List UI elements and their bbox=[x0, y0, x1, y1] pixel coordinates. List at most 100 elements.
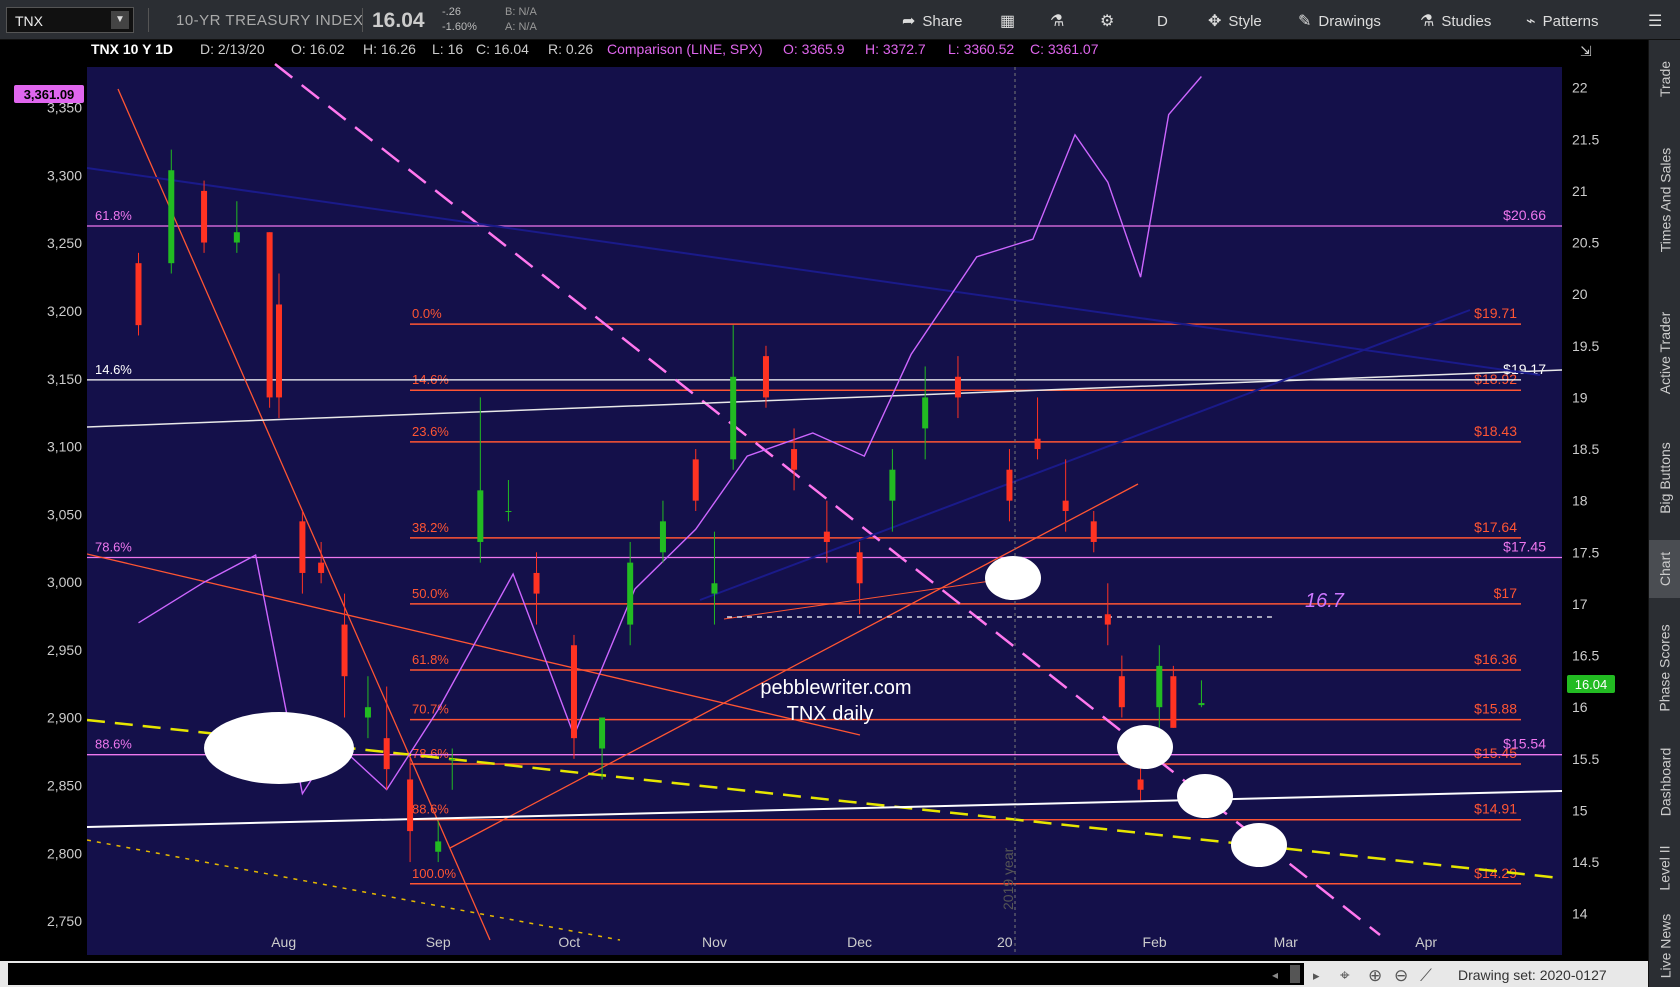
candle-body bbox=[533, 572, 540, 594]
fib-level-pct: 88.6% bbox=[95, 737, 132, 752]
candle-body bbox=[791, 449, 798, 470]
tab-label: Chart bbox=[1657, 551, 1674, 587]
last-price: 16.04 bbox=[372, 9, 425, 32]
tab-times-and-sales[interactable]: Times And Sales bbox=[1649, 120, 1680, 280]
header-open: O: 16.02 bbox=[291, 41, 345, 57]
style-button[interactable]: ✥ Style bbox=[1208, 8, 1262, 34]
right-tick-label: 15.5 bbox=[1572, 751, 1599, 767]
ask: A: N/A bbox=[505, 21, 537, 33]
fib-level-pct: 100.0% bbox=[412, 866, 457, 881]
header-close: C: 16.04 bbox=[476, 41, 529, 57]
fib-level-pct: 78.6% bbox=[412, 746, 449, 761]
fib-level-price: $16.36 bbox=[1474, 651, 1517, 667]
header-c-low: L: 3360.52 bbox=[948, 41, 1014, 57]
candle-body bbox=[1006, 469, 1013, 501]
highlight-marker bbox=[204, 712, 354, 784]
draw-icon[interactable]: ⟋ bbox=[1420, 966, 1432, 985]
style-icon: ✥ bbox=[1208, 13, 1222, 30]
right-tick-label: 19 bbox=[1572, 389, 1588, 405]
patterns-button[interactable]: ⌁ Patterns bbox=[1526, 8, 1599, 34]
candle-body bbox=[762, 356, 769, 398]
timeframe-label: D bbox=[1157, 12, 1168, 30]
zoom-out-icon[interactable]: ⊖ bbox=[1394, 966, 1408, 985]
fib-level-pct: 14.6% bbox=[95, 362, 132, 377]
price-chart[interactable]: 0.0% $19.7114.6% $18.9223.6% $18.4338.2% $17… bbox=[0, 40, 1648, 987]
tab-label: Big Buttons bbox=[1657, 442, 1674, 514]
pencil-icon: ✎ bbox=[1298, 13, 1312, 30]
scrollbar-thumb[interactable] bbox=[1290, 965, 1300, 983]
right-tick-label: 20 bbox=[1572, 286, 1588, 302]
right-tick-label: 17 bbox=[1572, 596, 1588, 612]
studies-icon: ⚗ bbox=[1420, 13, 1435, 30]
drawings-button[interactable]: ✎ Drawings bbox=[1298, 8, 1381, 34]
collapse-icon[interactable]: ⇲ bbox=[1580, 43, 1592, 59]
right-tick-label: 20.5 bbox=[1572, 235, 1599, 251]
candle-body bbox=[449, 758, 456, 760]
tab-big-buttons[interactable]: Big Buttons bbox=[1649, 426, 1680, 530]
menu-button[interactable]: ☰ bbox=[1648, 8, 1662, 34]
fib-level-price: $15.88 bbox=[1474, 701, 1517, 717]
tnx-last-label: 16.04 bbox=[1575, 677, 1608, 692]
flask-button[interactable]: ⚗ bbox=[1050, 8, 1064, 34]
fib-level-price: $18.43 bbox=[1474, 423, 1517, 439]
x-tick-label: Apr bbox=[1415, 934, 1437, 950]
header-c-high: H: 3372.7 bbox=[865, 41, 926, 57]
scrollbar-track[interactable] bbox=[8, 963, 1304, 985]
left-tick-label: 2,750 bbox=[47, 913, 82, 929]
candle-body bbox=[856, 552, 863, 584]
tab-chart[interactable]: Chart bbox=[1649, 540, 1680, 598]
tab-active-trader[interactable]: Active Trader bbox=[1649, 290, 1680, 416]
chart-area[interactable]: 0.0% $19.71 14.6% $18.92 23.6% $18.43 38.2% $17… bbox=[0, 40, 1648, 987]
candle-body bbox=[1034, 438, 1041, 450]
fib-level-pct: 61.8% bbox=[95, 208, 132, 223]
settings-button[interactable]: ⚙ bbox=[1100, 8, 1114, 34]
fib-level-price: $15.54 bbox=[1503, 736, 1546, 752]
highlight-marker bbox=[1231, 823, 1287, 867]
tab-level-ii[interactable]: Level II bbox=[1649, 836, 1680, 900]
fib-level-pct: 23.6% bbox=[412, 424, 449, 439]
right-tick-label: 18 bbox=[1572, 493, 1588, 509]
tab-label: Times And Sales bbox=[1657, 147, 1673, 253]
status-bar: ◂ ▸ ⌖ ⊕ ⊖ ⟋ Drawing set: 2020-0127 bbox=[0, 961, 1648, 987]
x-tick-label: Nov bbox=[702, 934, 727, 950]
studies-button[interactable]: ⚗ Studies bbox=[1420, 8, 1491, 34]
scroll-left-icon[interactable]: ◂ bbox=[1272, 968, 1278, 982]
candle-body bbox=[659, 521, 666, 553]
bid-ask: B: N/A A: N/A bbox=[505, 5, 537, 35]
fib-level-pct: 50.0% bbox=[412, 586, 449, 601]
patterns-label: Patterns bbox=[1542, 12, 1599, 30]
right-tick-label: 16.5 bbox=[1572, 648, 1599, 664]
candle bbox=[201, 180, 208, 253]
right-tick-label: 15 bbox=[1572, 802, 1588, 818]
share-button[interactable]: ➦ Share bbox=[902, 8, 962, 34]
tab-phase-scores[interactable]: Phase Scores bbox=[1649, 608, 1680, 728]
gear-icon: ⚙ bbox=[1100, 13, 1115, 30]
left-tick-label: 3,200 bbox=[47, 303, 82, 319]
drawing-set-label: Drawing set: 2020-0127 bbox=[1458, 967, 1607, 983]
grid-button[interactable]: ▦ bbox=[1000, 8, 1015, 34]
candle-body bbox=[823, 531, 830, 542]
candle-body bbox=[711, 583, 718, 594]
tab-live-news[interactable]: Live News bbox=[1649, 910, 1680, 982]
right-tick-label: 16 bbox=[1572, 699, 1588, 715]
crosshair-icon[interactable]: ⌖ bbox=[1340, 966, 1350, 985]
drawings-label: Drawings bbox=[1318, 12, 1381, 30]
scroll-right-icon[interactable]: ▸ bbox=[1313, 968, 1320, 983]
candle-body bbox=[1170, 676, 1177, 728]
tab-label: Phase Scores bbox=[1657, 624, 1674, 712]
symbol-input[interactable]: TNX ▼ bbox=[6, 7, 134, 33]
timeframe-button[interactable]: D bbox=[1157, 8, 1168, 34]
tab-dashboard[interactable]: Dashboard bbox=[1649, 738, 1680, 826]
zoom-in-icon[interactable]: ⊕ bbox=[1368, 966, 1382, 985]
fib-level-price: $17 bbox=[1494, 585, 1518, 601]
tab-label: Active Trader bbox=[1657, 311, 1674, 395]
right-tick-label: 17.5 bbox=[1572, 544, 1599, 560]
left-tick-label: 2,900 bbox=[47, 710, 82, 726]
candle bbox=[266, 232, 273, 408]
tab-label: Trade bbox=[1657, 60, 1673, 98]
candle-body bbox=[922, 397, 929, 429]
tab-trade[interactable]: Trade bbox=[1649, 48, 1680, 110]
chevron-down-icon[interactable]: ▼ bbox=[111, 11, 129, 29]
right-tick-label: 21.5 bbox=[1572, 131, 1599, 147]
candle-body bbox=[730, 376, 737, 460]
